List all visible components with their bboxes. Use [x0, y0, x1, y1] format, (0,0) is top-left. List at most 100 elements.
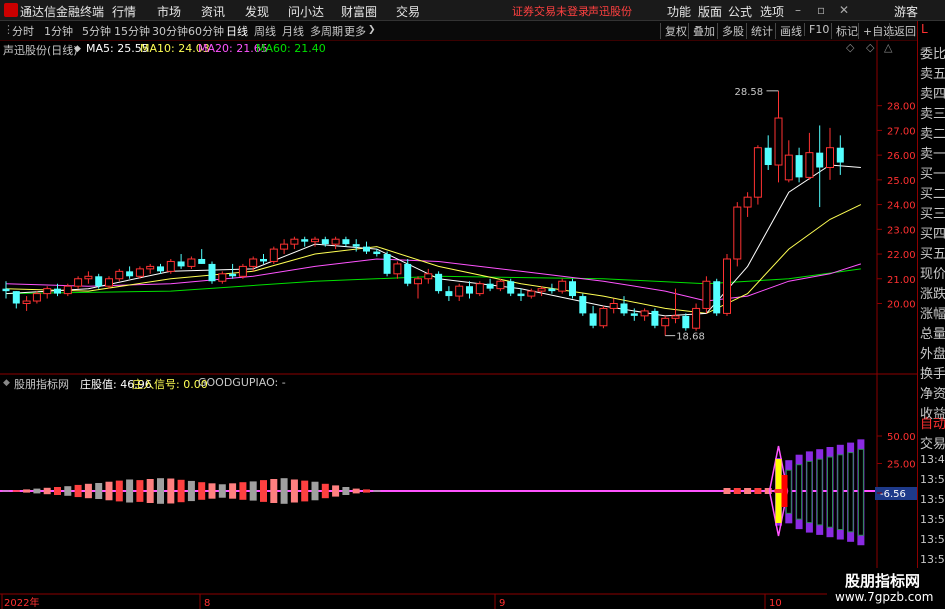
period-multi[interactable]: 多周期	[310, 23, 343, 39]
close-icon[interactable]: ✕	[839, 3, 849, 17]
menu-function[interactable]: 功能	[667, 3, 691, 20]
price-tick-label: 27.00	[887, 126, 916, 137]
menu-quotes[interactable]: 行情	[112, 3, 136, 20]
indicator-bar	[136, 480, 144, 502]
more-chevron-icon[interactable]: ❯	[368, 25, 376, 35]
indicator-inner-bar	[837, 454, 844, 531]
indicator-inner-bar	[816, 458, 823, 526]
menu-news[interactable]: 资讯	[201, 3, 225, 20]
candle-body	[599, 307, 608, 327]
restore-icon[interactable]: ▫	[817, 3, 825, 17]
f10-button[interactable]: F10	[804, 23, 829, 36]
candle-body	[177, 261, 185, 267]
sidebar-quote-label: 涨跌	[920, 287, 945, 302]
candle-body	[404, 263, 412, 284]
indicator-bar	[218, 484, 226, 498]
menu-options[interactable]: 选项	[760, 3, 784, 20]
sidebar-l-label[interactable]: L	[921, 22, 928, 36]
indicator-bars	[0, 439, 877, 546]
candle-body	[260, 258, 267, 262]
menu-market[interactable]: 市场	[157, 3, 181, 20]
multi-stock-button[interactable]: 多股	[717, 23, 744, 39]
indicator-bar	[311, 481, 319, 501]
stats-button[interactable]: 统计	[746, 23, 773, 39]
sidebar-quote-label: 买一	[920, 167, 945, 182]
indicator-bar	[723, 488, 731, 494]
candle-body	[692, 307, 701, 329]
candle-body	[238, 265, 247, 277]
candle-body	[32, 293, 41, 302]
menu-ask[interactable]: 问小达	[288, 3, 324, 20]
price-tick-label: 24.00	[887, 201, 916, 212]
sidebar-trade-tab[interactable]: 交易	[920, 433, 945, 452]
period-30min[interactable]: 30分钟	[152, 23, 188, 39]
price-markers: 28.58 18.68	[665, 87, 779, 343]
candle-body	[445, 291, 453, 297]
adjust-button[interactable]: 复权	[660, 23, 687, 39]
candle-body	[95, 276, 103, 287]
period-tick[interactable]: 分时	[12, 23, 34, 39]
sidebar-auto-tab[interactable]: 自动	[920, 413, 945, 432]
price-axis: 28.00 27.00 26.00 25.00 24.00 23.00 22.00 21.00…	[877, 102, 916, 310]
candle-body	[311, 238, 319, 243]
candle-body	[475, 283, 484, 295]
candle-body	[723, 258, 731, 314]
period-more[interactable]: 更多	[344, 23, 366, 39]
period-monthly[interactable]: 月线	[282, 23, 304, 39]
sidebar-quote-label: 卖三	[920, 107, 945, 122]
candle-body	[507, 281, 515, 294]
indicator-bar	[33, 488, 41, 494]
period-1min[interactable]: 1分钟	[44, 23, 73, 39]
indicator-inner-bar	[806, 460, 813, 524]
period-weekly[interactable]: 周线	[254, 23, 276, 39]
candle-body	[435, 273, 443, 292]
candle-body	[383, 254, 391, 274]
back-button[interactable]: 返回	[889, 23, 916, 39]
signal-bar	[774, 489, 783, 493]
high-marker-label: 28.58	[735, 87, 764, 98]
user-guest[interactable]: 游客	[894, 3, 918, 20]
candle-body	[126, 271, 134, 277]
indicator-bar	[280, 478, 288, 504]
candle-body	[146, 265, 155, 270]
indicator-bar	[744, 488, 752, 494]
date-tick-label: 8	[204, 598, 210, 609]
candle-body	[466, 286, 473, 294]
indicator-bar	[115, 480, 123, 502]
candle-body	[54, 288, 61, 294]
period-5min[interactable]: 5分钟	[82, 23, 111, 39]
candle-body	[22, 300, 31, 304]
candle-body	[682, 315, 690, 329]
minimize-icon[interactable]: –	[795, 3, 801, 17]
price-chart[interactable]: 28.00 27.00 26.00 25.00 24.00 23.00 22.00 21.00…	[0, 40, 917, 609]
menu-formula[interactable]: 公式	[728, 3, 752, 20]
candle-body	[671, 315, 680, 319]
indicator-bar	[167, 478, 175, 504]
current-stock-notice: 声迅股份	[588, 5, 632, 18]
login-notice[interactable]: 证券交易未登录	[512, 3, 589, 19]
candle-body	[373, 251, 381, 255]
menu-wealth[interactable]: 财富圈	[341, 3, 377, 20]
period-60min[interactable]: 60分钟	[188, 23, 224, 39]
indicator-bar	[249, 481, 257, 501]
draw-button[interactable]: 画线	[775, 23, 802, 39]
candle-body	[826, 147, 834, 168]
sidebar-quote-label: 净资	[920, 387, 945, 402]
overlay-button[interactable]: 叠加	[688, 23, 715, 39]
menu-layout[interactable]: 版面	[698, 3, 722, 20]
price-tick-label: 25.00	[887, 176, 916, 187]
app-logo-icon	[4, 3, 18, 17]
period-15min[interactable]: 15分钟	[114, 23, 150, 39]
mark-button[interactable]: 标记	[831, 23, 858, 39]
period-daily[interactable]: 日线	[226, 23, 248, 39]
sidebar-quote-label: 卖一	[920, 147, 945, 162]
candle-body	[105, 278, 113, 287]
indicator-bar	[157, 478, 164, 504]
candle-body	[280, 243, 289, 250]
menu-trade[interactable]: 交易	[396, 3, 420, 20]
indicator-bar	[43, 487, 51, 495]
candle-body	[414, 278, 422, 285]
menu-discover[interactable]: 发现	[245, 3, 269, 20]
indicator-bar	[301, 480, 309, 502]
indicator-bar	[733, 488, 741, 494]
